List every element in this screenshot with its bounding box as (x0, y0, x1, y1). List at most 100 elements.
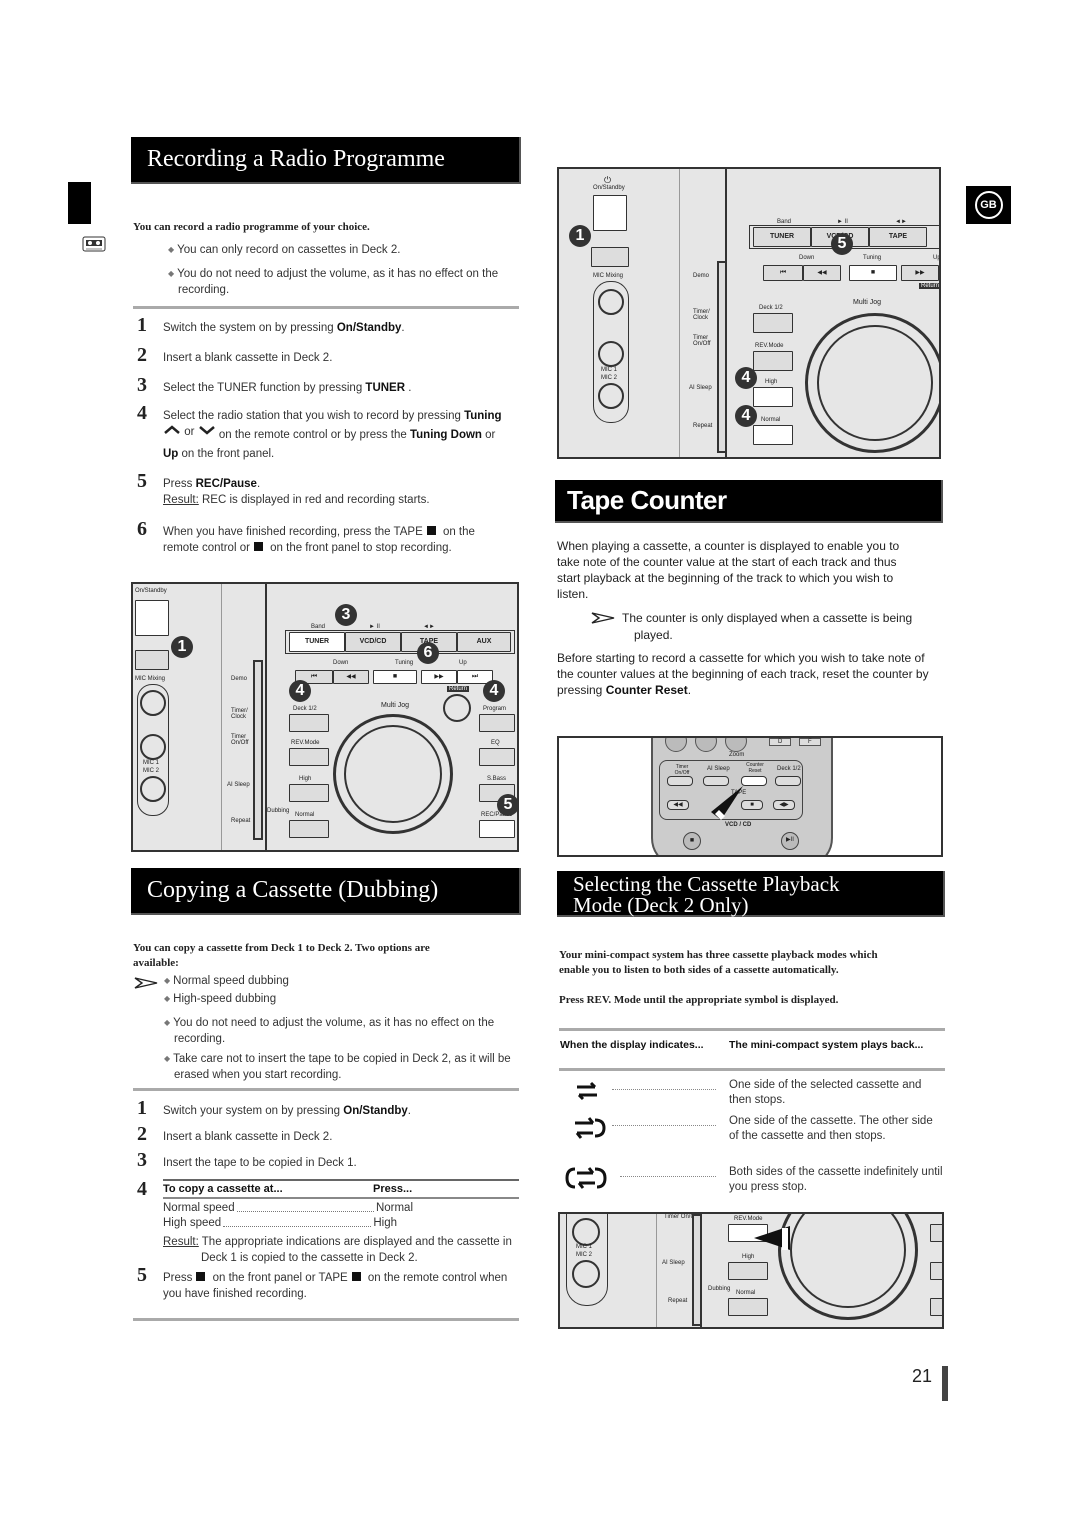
step-4: 4 To copy a cassette at... Press... Norm… (137, 1179, 519, 1266)
playback-instruction: Press REV. Mode until the appropriate sy… (559, 994, 839, 1006)
step-text: or (184, 426, 195, 438)
aux-button: AUX (457, 632, 511, 652)
divider (559, 1028, 945, 1031)
tuning-label: Tuning (863, 255, 882, 261)
table-header: To copy a cassette at... (163, 1183, 283, 1195)
step-bold: Tuning (464, 410, 502, 422)
rev-mode-button (289, 748, 329, 766)
step-2: 2 Insert a blank cassette in Deck 2. (137, 1124, 519, 1145)
step-2: 2 Insert a blank cassette in Deck 2. (137, 345, 523, 366)
multi-jog-dial (805, 313, 939, 453)
multi-jog-label: Multi Jog (381, 702, 410, 709)
return-knob (443, 694, 471, 722)
rev-mode-label: REV.Mode (291, 740, 320, 746)
high-button (289, 784, 329, 802)
both-sides-once-icon (575, 1117, 606, 1139)
mic-mixing-knob (598, 289, 624, 315)
mic2-jack (140, 776, 166, 802)
divider (133, 306, 519, 309)
zoom-label: Zoom (729, 752, 745, 758)
divider (559, 1068, 945, 1071)
step-text: . (407, 1105, 411, 1117)
one-side-icon (577, 1081, 597, 1101)
timer-onoff-button (667, 776, 693, 786)
dubbing-label: Dubbing (708, 1286, 731, 1292)
dubbing-speed-table: To copy a cassette at... Press... Normal… (163, 1179, 519, 1231)
result-text: Deck 1 is copied to the cassette in Deck… (201, 1252, 418, 1264)
multi-jog-dial (333, 714, 453, 834)
result-label: Result: (163, 1236, 199, 1248)
tape-counter-para1: When playing a cassette, a counter is di… (557, 539, 900, 601)
front-panel-illustration-recording: On/Standby MIC Mixing MIC 1 MIC 2 Demo T… (131, 582, 519, 852)
para-bold: Counter Reset (605, 683, 688, 697)
mic2-label: MIC 2 (576, 1252, 593, 1258)
step-3: 3 Insert the tape to be copied in Deck 1… (137, 1150, 519, 1171)
callout-4-left: 4 (289, 680, 311, 702)
step-number: 2 (137, 1123, 147, 1145)
playback-mode-row: Both sides of the cassette indefinitely … (560, 1165, 946, 1199)
note-item: You can only record on cassettes in Deck… (166, 242, 511, 258)
deck-button (753, 313, 793, 333)
down-label: Down (799, 255, 815, 261)
para-text: . (687, 683, 692, 697)
counter-reset-label: Counter Reset (746, 762, 764, 774)
table-cell: Normal speed (163, 1202, 235, 1214)
deck-label: Deck 1/2 (759, 305, 783, 311)
remote-direction-button: ◀▶ (773, 800, 795, 810)
rev-mode-label: REV.Mode (755, 343, 784, 349)
callout-1: 1 (569, 225, 591, 247)
note-arrow-icon (591, 612, 615, 624)
step-bold: On/Standby (336, 322, 402, 334)
language-badge-label: GB (974, 191, 1003, 219)
step-4: 4 Select the radio station that you wish… (137, 403, 523, 462)
note-text: played. (634, 628, 673, 642)
table-row: High speed High (163, 1216, 397, 1231)
option-item: High-speed dubbing (162, 991, 512, 1007)
step-text: . (401, 322, 405, 334)
playback-mode-row: One side of the cassette. The other side… (560, 1114, 946, 1160)
deck-open-button (591, 247, 629, 267)
timer-clock-label: Timer/ Clock (231, 708, 248, 720)
tape-counter-note: The counter is only displayed when a cas… (622, 610, 922, 644)
step-text: on the front panel to stop recording. (266, 542, 452, 554)
playback-intro: Your mini-compact system has three casse… (559, 949, 878, 976)
dubbing-intro: You can copy a cassette from Deck 1 to D… (133, 942, 430, 969)
timer-onoff-label: Timer On/Off (674, 764, 690, 776)
step-bold: TUNER (365, 382, 406, 394)
step-text: . (256, 478, 261, 490)
program-button (479, 714, 515, 732)
step-number: 2 (137, 344, 147, 366)
language-badge: GB (966, 186, 1011, 224)
recording-steps: 1 Switch the system on by pressing On/St… (137, 315, 523, 556)
mode-description: Both sides of the cassette indefinitely … (729, 1166, 943, 1193)
step-text: Press (163, 478, 196, 490)
sbass-label: S.Bass (487, 776, 507, 782)
tape-counter-para2: Before starting to record a cassette for… (557, 650, 937, 698)
front-panel-illustration-dubbing: ⏻ On/Standby MIC Mixing MIC 1 MIC 2 Demo… (557, 167, 941, 459)
demo-label: Demo (693, 273, 710, 279)
cassette-icon (82, 236, 106, 252)
normal-label: Normal (295, 812, 315, 818)
program-button (930, 1224, 942, 1242)
demo-label: Demo (231, 676, 248, 682)
step-text: on the remote control when (364, 1272, 508, 1284)
rewind-button: ◀◀ (803, 265, 841, 281)
recording-section-title: Recording a Radio Programme (131, 137, 521, 184)
step-text: Insert a blank cassette in Deck 2. (163, 352, 333, 364)
remote-control-illustration: D F Zoom Timer On/Off AI Sleep Counter R… (557, 736, 943, 857)
key-f: F (799, 738, 821, 746)
return-label: Return (919, 283, 940, 289)
step-number: 1 (137, 314, 147, 336)
divider (133, 1088, 519, 1091)
normal-button (753, 425, 793, 445)
rewind-button: ◀◀ (333, 670, 369, 684)
step-number: 4 (137, 402, 147, 424)
step-text: Insert a blank cassette in Deck 2. (163, 1131, 333, 1143)
callout-4-high: 4 (735, 367, 757, 389)
divider (133, 1318, 519, 1321)
step-1: 1 Switch the system on by pressing On/St… (137, 315, 523, 336)
mode-description: One side of the cassette. The other side… (729, 1115, 933, 1142)
mic-mixing-knob (140, 690, 166, 716)
step-text: . (405, 382, 412, 394)
table-header: When the display indicates... (560, 1039, 704, 1051)
